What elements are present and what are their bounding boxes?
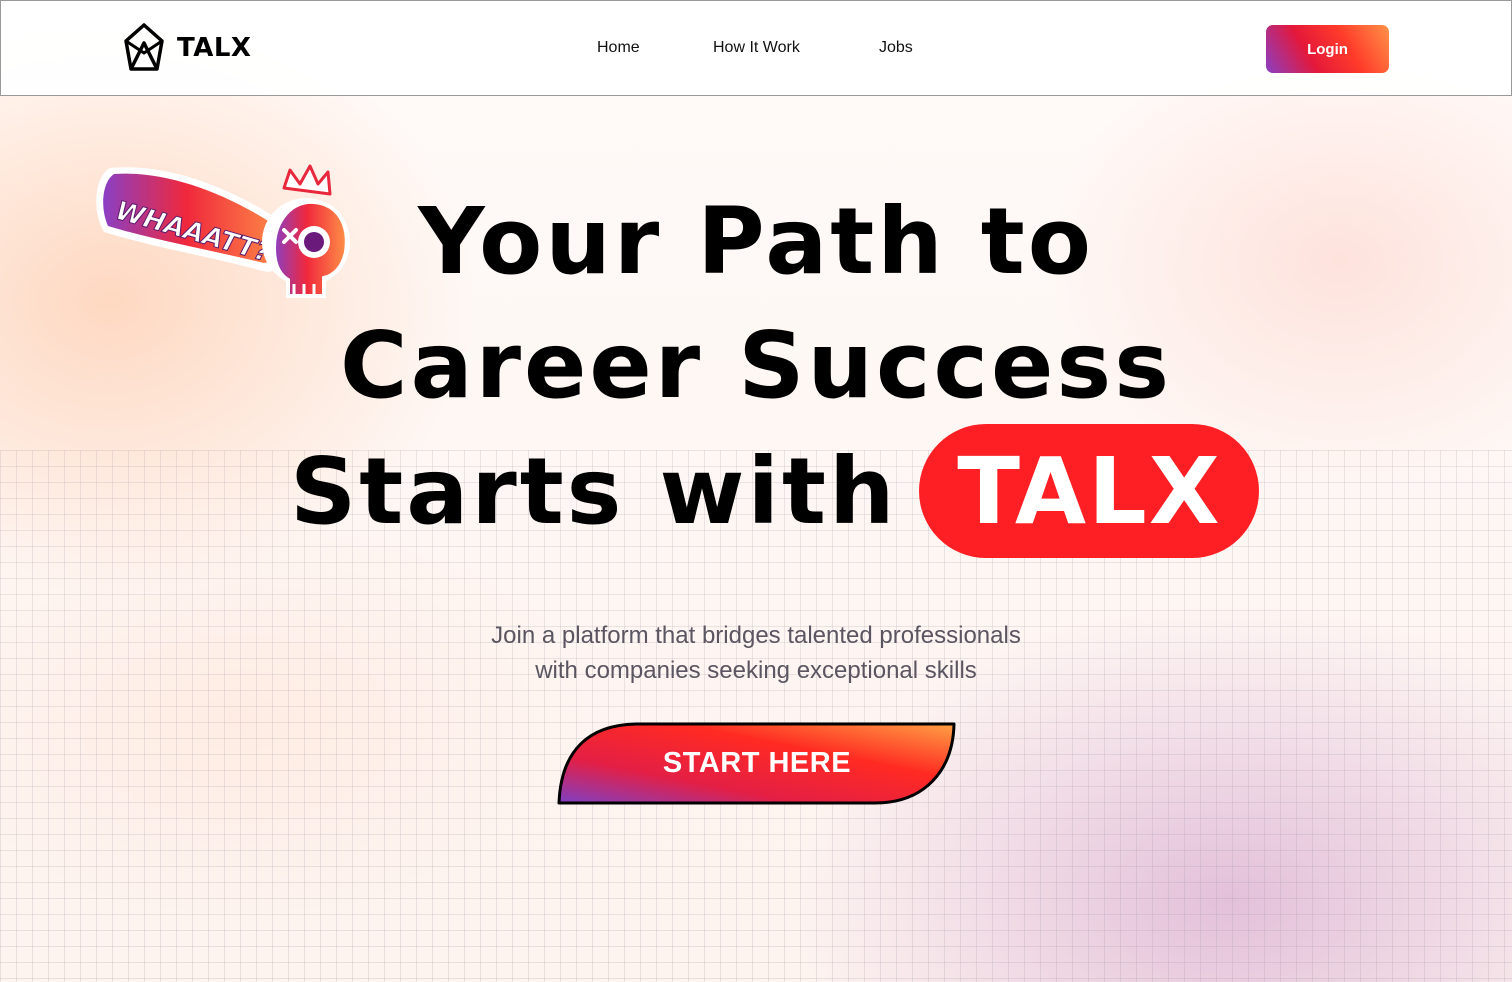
brand[interactable]: TALX xyxy=(123,23,251,73)
top-navbar: TALX Home How It Work Jobs Login xyxy=(0,0,1512,96)
login-button[interactable]: Login xyxy=(1266,25,1389,73)
nav-link-how-it-work[interactable]: How It Work xyxy=(713,39,800,57)
start-here-button[interactable]: START HERE xyxy=(557,722,957,805)
nav-link-jobs[interactable]: Jobs xyxy=(879,39,913,57)
subtitle-line-1: Join a platform that bridges talented pr… xyxy=(491,622,1021,649)
headline-line-1: Your Path to xyxy=(417,188,1094,295)
headline-line-3: Starts with TALX xyxy=(290,424,1260,558)
subtitle-line-2: with companies seeking exceptional skill… xyxy=(535,657,977,684)
brand-name: TALX xyxy=(177,33,252,63)
start-here-button-shape xyxy=(557,722,956,805)
talx-highlight-pill: TALX xyxy=(919,424,1260,558)
nav-link-home[interactable]: Home xyxy=(597,39,640,57)
talx-logo-icon xyxy=(124,23,164,71)
headline-line-3-text: Starts with xyxy=(290,437,898,545)
headline-line-2: Career Success xyxy=(340,312,1172,419)
